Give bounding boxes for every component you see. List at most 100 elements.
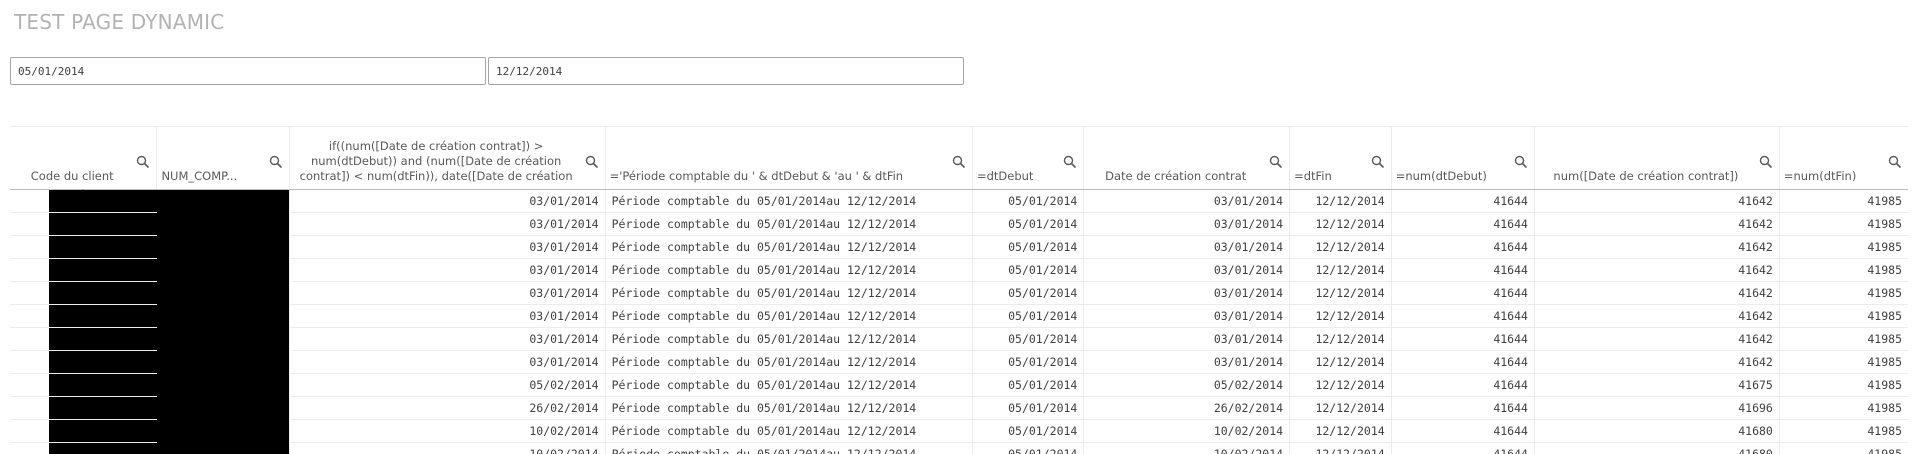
cell-dtfin[interactable]: 12/12/2014 (1289, 442, 1392, 454)
search-icon[interactable] (136, 155, 150, 169)
cell-num-dtdebut[interactable]: 41644 (1390, 212, 1535, 236)
start-date-input[interactable] (10, 57, 486, 85)
search-icon[interactable] (269, 155, 283, 169)
column-header-dtfin[interactable]: =dtFin (1289, 126, 1392, 190)
search-icon[interactable] (1514, 155, 1528, 169)
cell-date-condition[interactable]: 03/01/2014 (288, 189, 606, 213)
cell-num-dtfin[interactable]: 41985 (1778, 189, 1908, 213)
cell-date-creation-contrat[interactable]: 03/01/2014 (1083, 212, 1290, 236)
cell-num-comp[interactable] (156, 281, 290, 305)
cell-code-client[interactable] (10, 327, 157, 351)
cell-periode-comptable[interactable]: Période comptable du 05/01/2014au 12/12/… (604, 350, 973, 374)
cell-date-condition[interactable]: 05/02/2014 (288, 373, 606, 397)
cell-periode-comptable[interactable]: Période comptable du 05/01/2014au 12/12/… (604, 212, 973, 236)
search-icon[interactable] (1759, 155, 1773, 169)
cell-date-condition[interactable]: 03/01/2014 (288, 304, 606, 328)
column-header-if-expression[interactable]: if((num([Date de création contrat]) > nu… (288, 126, 606, 190)
cell-dtfin[interactable]: 12/12/2014 (1289, 212, 1392, 236)
cell-num-date-creation[interactable]: 41642 (1533, 258, 1780, 282)
table-row[interactable]: 03/01/2014 Période comptable du 05/01/201… (10, 189, 1908, 213)
cell-num-date-creation[interactable]: 41675 (1533, 373, 1780, 397)
cell-num-dtdebut[interactable]: 41644 (1390, 235, 1535, 259)
cell-num-comp[interactable] (156, 235, 290, 259)
cell-dtfin[interactable]: 12/12/2014 (1289, 419, 1392, 443)
cell-num-dtfin[interactable]: 41985 (1778, 373, 1908, 397)
column-header-num-dtdebut[interactable]: =num(dtDebut) (1390, 126, 1535, 190)
cell-num-dtfin[interactable]: 41985 (1778, 350, 1908, 374)
cell-num-dtdebut[interactable]: 41644 (1390, 373, 1535, 397)
table-row[interactable]: 03/01/2014 Période comptable du 05/01/201… (10, 304, 1908, 328)
table-row[interactable]: 03/01/2014 Période comptable du 05/01/201… (10, 212, 1908, 236)
column-header-num-dtfin[interactable]: =num(dtFin) (1778, 126, 1908, 190)
cell-num-dtfin[interactable]: 41985 (1778, 235, 1908, 259)
cell-code-client[interactable] (10, 419, 157, 443)
search-icon[interactable] (952, 155, 966, 169)
cell-dtfin[interactable]: 12/12/2014 (1289, 281, 1392, 305)
cell-dtdebut[interactable]: 05/01/2014 (971, 235, 1084, 259)
cell-num-dtfin[interactable]: 41985 (1778, 212, 1908, 236)
cell-num-comp[interactable] (156, 258, 290, 282)
cell-num-comp[interactable] (156, 373, 290, 397)
cell-num-date-creation[interactable]: 41642 (1533, 350, 1780, 374)
cell-num-date-creation[interactable]: 41642 (1533, 304, 1780, 328)
cell-date-creation-contrat[interactable]: 03/01/2014 (1083, 258, 1290, 282)
cell-dtdebut[interactable]: 05/01/2014 (971, 258, 1084, 282)
cell-periode-comptable[interactable]: Période comptable du 05/01/2014au 12/12/… (604, 442, 973, 454)
cell-date-condition[interactable]: 26/02/2014 (288, 396, 606, 420)
cell-dtdebut[interactable]: 05/01/2014 (971, 350, 1084, 374)
cell-num-date-creation[interactable]: 41680 (1533, 419, 1780, 443)
cell-num-dtfin[interactable]: 41985 (1778, 281, 1908, 305)
cell-num-dtdebut[interactable]: 41644 (1390, 258, 1535, 282)
cell-num-dtdebut[interactable]: 41644 (1390, 304, 1535, 328)
cell-date-condition[interactable]: 10/02/2014 (288, 442, 606, 454)
cell-num-dtfin[interactable]: 41985 (1778, 419, 1908, 443)
search-icon[interactable] (585, 155, 599, 169)
cell-num-comp[interactable] (156, 327, 290, 351)
cell-num-date-creation[interactable]: 41680 (1533, 442, 1780, 454)
cell-dtdebut[interactable]: 05/01/2014 (971, 327, 1084, 351)
cell-num-comp[interactable] (156, 304, 290, 328)
cell-dtfin[interactable]: 12/12/2014 (1289, 396, 1392, 420)
cell-dtdebut[interactable]: 05/01/2014 (971, 396, 1084, 420)
cell-periode-comptable[interactable]: Période comptable du 05/01/2014au 12/12/… (604, 235, 973, 259)
cell-date-condition[interactable]: 03/01/2014 (288, 327, 606, 351)
cell-dtfin[interactable]: 12/12/2014 (1289, 304, 1392, 328)
cell-code-client[interactable] (10, 212, 157, 236)
column-header-code-client[interactable]: Code du client (10, 126, 157, 194)
cell-num-dtdebut[interactable]: 41644 (1390, 396, 1535, 420)
cell-num-dtfin[interactable]: 41985 (1778, 327, 1908, 351)
cell-dtdebut[interactable]: 05/01/2014 (971, 304, 1084, 328)
cell-dtdebut[interactable]: 05/01/2014 (971, 212, 1084, 236)
cell-date-creation-contrat[interactable]: 10/02/2014 (1083, 419, 1290, 443)
cell-periode-comptable[interactable]: Période comptable du 05/01/2014au 12/12/… (604, 189, 973, 213)
cell-date-creation-contrat[interactable]: 05/02/2014 (1083, 373, 1290, 397)
cell-num-dtdebut[interactable]: 41644 (1390, 442, 1535, 454)
cell-num-comp[interactable] (156, 442, 290, 454)
cell-date-condition[interactable]: 10/02/2014 (288, 419, 606, 443)
cell-periode-comptable[interactable]: Période comptable du 05/01/2014au 12/12/… (604, 419, 973, 443)
cell-num-comp[interactable] (156, 350, 290, 374)
cell-date-condition[interactable]: 03/01/2014 (288, 281, 606, 305)
cell-date-creation-contrat[interactable]: 10/02/2014 (1083, 442, 1290, 454)
column-header-date-creation-contrat[interactable]: Date de création contrat (1083, 126, 1290, 190)
cell-num-comp[interactable] (156, 419, 290, 443)
cell-code-client[interactable] (10, 396, 157, 420)
cell-date-condition[interactable]: 03/01/2014 (288, 235, 606, 259)
cell-num-dtfin[interactable]: 41985 (1778, 258, 1908, 282)
cell-date-creation-contrat[interactable]: 03/01/2014 (1083, 327, 1290, 351)
column-header-periode-comptable[interactable]: ='Période comptable du ' & dtDebut & 'au… (604, 126, 973, 190)
cell-periode-comptable[interactable]: Période comptable du 05/01/2014au 12/12/… (604, 327, 973, 351)
cell-dtfin[interactable]: 12/12/2014 (1289, 258, 1392, 282)
cell-num-dtfin[interactable]: 41985 (1778, 396, 1908, 420)
cell-num-comp[interactable] (156, 396, 290, 420)
table-row[interactable]: 03/01/2014 Période comptable du 05/01/201… (10, 350, 1908, 374)
cell-num-date-creation[interactable]: 41642 (1533, 327, 1780, 351)
cell-dtfin[interactable]: 12/12/2014 (1289, 327, 1392, 351)
table-row[interactable]: 03/01/2014 Période comptable du 05/01/201… (10, 258, 1908, 282)
table-row[interactable]: 10/02/2014 Période comptable du 05/01/201… (10, 442, 1908, 454)
cell-code-client[interactable] (10, 373, 157, 397)
table-row[interactable]: 03/01/2014 Période comptable du 05/01/201… (10, 235, 1908, 259)
cell-dtfin[interactable]: 12/12/2014 (1289, 373, 1392, 397)
cell-dtdebut[interactable]: 05/01/2014 (971, 419, 1084, 443)
end-date-input[interactable] (488, 57, 964, 85)
